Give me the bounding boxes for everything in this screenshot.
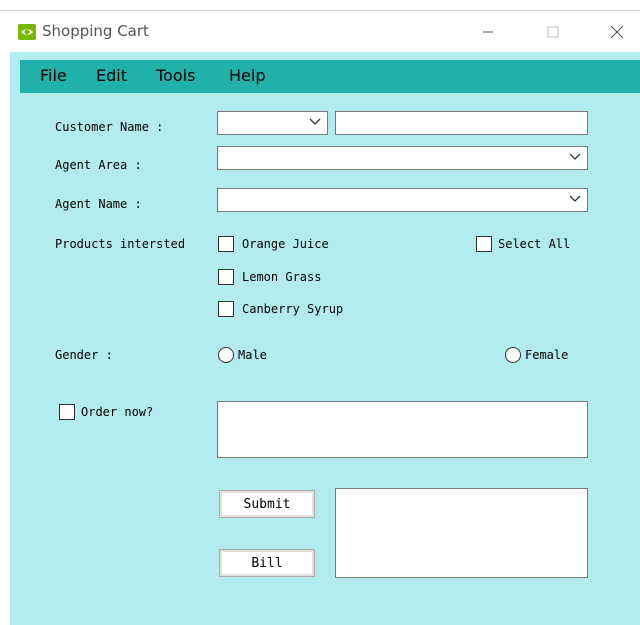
orange-juice-checkbox[interactable]	[218, 236, 234, 252]
menu-tools[interactable]: Tools	[156, 66, 195, 85]
products-label: Products intersted	[55, 237, 186, 251]
order-now-checkbox[interactable]	[59, 404, 75, 420]
customer-name-label: Customer Name :	[55, 120, 164, 134]
chevron-down-icon	[309, 118, 321, 125]
menu-file[interactable]: File	[40, 66, 67, 85]
agent-area-label: Agent Area :	[55, 158, 142, 172]
submit-button[interactable]: Submit	[219, 490, 315, 518]
window-title: Shopping Cart	[42, 22, 149, 40]
male-label: Male	[238, 348, 267, 362]
bill-button[interactable]: Bill	[219, 549, 315, 577]
maximize-icon[interactable]	[530, 17, 576, 47]
select-all-checkbox[interactable]	[476, 236, 492, 252]
agent-area-select[interactable]	[217, 146, 588, 170]
customer-name-select[interactable]	[217, 111, 328, 135]
female-radio[interactable]	[505, 347, 521, 363]
minimize-icon[interactable]	[465, 17, 511, 47]
chevron-down-icon	[569, 195, 581, 202]
male-radio[interactable]	[218, 347, 234, 363]
submit-button-label: Submit	[222, 493, 312, 515]
order-now-label: Order now?	[81, 405, 154, 419]
canberry-syrup-checkbox[interactable]	[218, 301, 234, 317]
gender-label: Gender :	[55, 348, 113, 362]
menu-bar: File Edit Tools Help	[20, 60, 640, 93]
order-notes-textbox[interactable]	[217, 401, 588, 458]
lemon-grass-checkbox[interactable]	[218, 269, 234, 285]
canberry-syrup-label: Canberry Syrup	[242, 302, 344, 316]
agent-name-label: Agent Name :	[55, 197, 142, 211]
agent-name-select[interactable]	[217, 188, 588, 212]
female-label: Female	[525, 348, 569, 362]
output-textbox[interactable]	[335, 488, 588, 578]
close-icon[interactable]	[594, 17, 640, 47]
menu-edit[interactable]: Edit	[96, 66, 127, 85]
menu-help[interactable]: Help	[229, 66, 265, 85]
title-bar: Shopping Cart	[0, 10, 640, 53]
chevron-down-icon	[569, 153, 581, 160]
lemon-grass-label: Lemon Grass	[242, 270, 322, 284]
select-all-label: Select All	[498, 237, 571, 251]
orange-juice-label: Orange Juice	[242, 237, 329, 251]
bill-button-label: Bill	[222, 552, 312, 574]
customer-name-input[interactable]	[335, 111, 588, 135]
nvidia-logo-icon	[18, 24, 36, 40]
